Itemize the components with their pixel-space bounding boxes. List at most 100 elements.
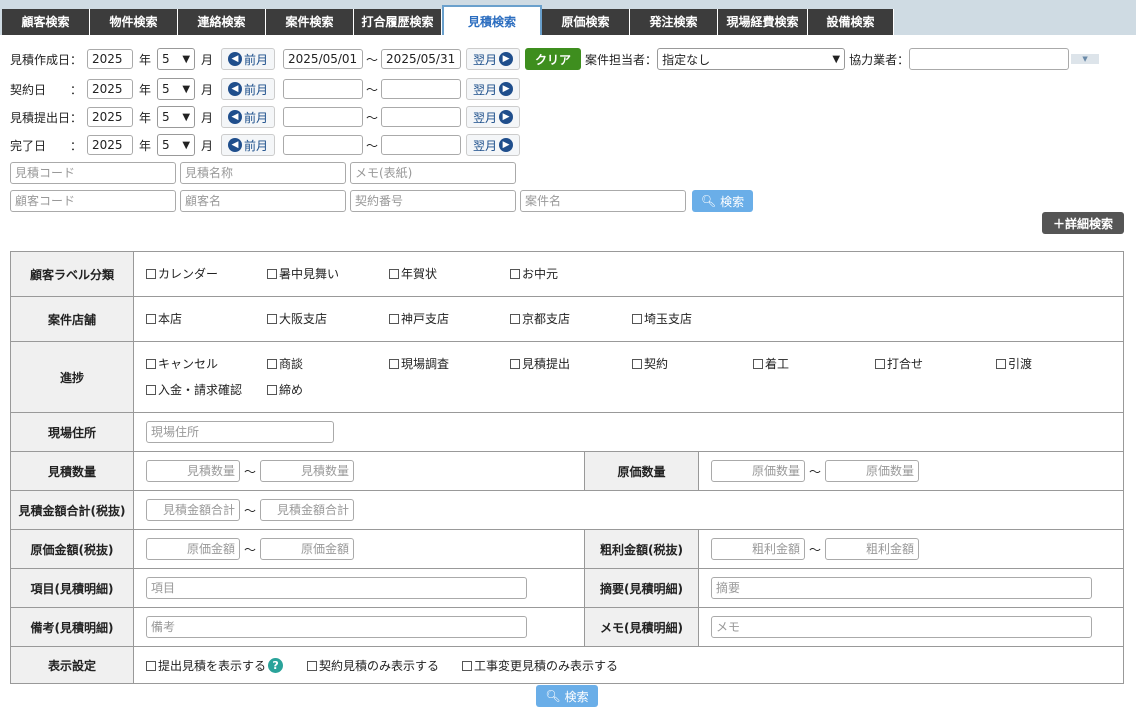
next-month-button[interactable]: 翌月 ▶ (466, 106, 521, 128)
checkbox-summer-greeting[interactable]: 暑中見舞い (267, 265, 339, 282)
row-head-progress: 進捗 (10, 341, 134, 413)
checkbox-label: 神戸支店 (401, 312, 450, 326)
project-name-input[interactable] (520, 190, 686, 212)
clear-button[interactable]: クリア (525, 48, 582, 70)
partner-input[interactable] (909, 48, 1070, 70)
tab-customer-search[interactable]: 顧客検索 (2, 9, 90, 35)
estimate-qty-min-input[interactable] (146, 460, 240, 482)
search-button-top[interactable]: 🔍︎ 検索 (692, 190, 753, 212)
date-to-input[interactable] (381, 107, 462, 127)
year-input[interactable] (87, 135, 133, 155)
estimate-total-min-input[interactable] (146, 499, 240, 521)
date-to-input[interactable] (381, 79, 462, 99)
cost-qty-max-input[interactable] (825, 460, 920, 482)
gross-amount-max-input[interactable] (825, 538, 920, 560)
checkbox-store-kyoto[interactable]: 京都支店 (510, 310, 570, 327)
memo-cover-input[interactable] (350, 162, 516, 184)
memo-input[interactable] (711, 616, 1092, 638)
year-input[interactable] (87, 107, 133, 127)
checkbox-box (146, 384, 156, 395)
summary-input[interactable] (711, 577, 1092, 599)
estimate-code-input[interactable] (10, 162, 176, 184)
row-head-store: 案件店舗 (10, 296, 134, 342)
checkbox-progress-site-survey[interactable]: 現場調査 (389, 355, 449, 372)
checkbox-store-osaka[interactable]: 大阪支店 (267, 310, 327, 327)
tab-estimate-search[interactable]: 見積検索 (442, 5, 542, 37)
checkbox-progress-negotiation[interactable]: 商談 (267, 355, 303, 372)
checkbox-store-saitama[interactable]: 埼玉支店 (632, 310, 692, 327)
checkbox-progress-estimate-submitted[interactable]: 見積提出 (510, 355, 570, 372)
cost-amount-min-input[interactable] (146, 538, 240, 560)
tab-project-search[interactable]: 案件検索 (266, 9, 354, 35)
customer-code-input[interactable] (10, 190, 176, 212)
next-month-button[interactable]: 翌月 ▶ (466, 48, 521, 70)
checkbox-show-submitted[interactable]: 提出見積を表示する? (146, 657, 284, 674)
checkbox-progress-handover[interactable]: 引渡 (996, 355, 1032, 372)
checkbox-label: 商談 (279, 357, 304, 371)
checkbox-box (389, 358, 399, 369)
prev-month-button[interactable]: ◀ 前月 (221, 78, 276, 100)
checkbox-progress-construction-start[interactable]: 着工 (753, 355, 789, 372)
estimate-total-max-input[interactable] (260, 499, 355, 521)
year-input[interactable] (87, 49, 133, 69)
next-month-button[interactable]: 翌月 ▶ (466, 78, 521, 100)
month-select[interactable]: 5 ▼ (157, 48, 196, 70)
chevron-left-icon: ◀ (228, 110, 243, 124)
cost-amount-max-input[interactable] (260, 538, 355, 560)
month-select[interactable]: 5 ▼ (157, 106, 196, 128)
checkbox-progress-closed[interactable]: 締め (267, 381, 303, 398)
tab-order-search[interactable]: 発注検索 (630, 9, 718, 35)
prev-month-button[interactable]: ◀ 前月 (221, 106, 276, 128)
estimate-qty-max-input[interactable] (260, 460, 355, 482)
tab-meeting-history-search[interactable]: 打合履歴検索 (354, 9, 442, 35)
checkbox-store-kobe[interactable]: 神戸支店 (389, 310, 449, 327)
checkbox-progress-cancel[interactable]: キャンセル (146, 355, 218, 372)
estimate-name-input[interactable] (180, 162, 346, 184)
checkbox-change-only[interactable]: 工事変更見積のみ表示する (462, 657, 618, 674)
month-select[interactable]: 5 ▼ (157, 134, 196, 156)
tab-contact-search[interactable]: 連絡検索 (178, 9, 266, 35)
checkbox-progress-contract[interactable]: 契約 (632, 355, 668, 372)
contract-number-input[interactable] (350, 190, 516, 212)
search-label: 検索 (720, 194, 745, 209)
checkbox-calendar[interactable]: カレンダー (146, 265, 218, 282)
checkbox-new-year-card[interactable]: 年賀状 (389, 265, 437, 282)
remarks-input[interactable] (146, 616, 527, 638)
item-cell (133, 568, 585, 608)
gross-amount-min-input[interactable] (711, 538, 805, 560)
date-from-input[interactable] (283, 49, 364, 69)
year-input[interactable] (87, 79, 133, 99)
month-select[interactable]: 5 ▼ (157, 78, 196, 100)
checkbox-contract-only[interactable]: 契約見積のみ表示する (307, 657, 439, 674)
site-address-input[interactable] (146, 421, 334, 443)
tab-cost-search[interactable]: 原価検索 (542, 9, 630, 35)
chevron-right-icon: ▶ (499, 138, 514, 152)
help-icon[interactable]: ? (268, 658, 284, 673)
tab-site-expense-search[interactable]: 現場経費検索 (718, 9, 808, 35)
checkbox-box (267, 268, 277, 279)
tab-equipment-search[interactable]: 設備検索 (808, 9, 894, 35)
customer-name-input[interactable] (180, 190, 346, 212)
partner-dropdown-toggle[interactable]: ▼ (1071, 54, 1100, 64)
next-label: 翌月 (473, 82, 498, 97)
date-to-input[interactable] (381, 49, 462, 69)
date-from-input[interactable] (283, 107, 364, 127)
search-button-bottom[interactable]: 🔍︎ 検索 (536, 685, 598, 707)
prev-month-button[interactable]: ◀ 前月 (221, 48, 276, 70)
next-month-button[interactable]: 翌月 ▶ (466, 134, 521, 156)
checkbox-progress-meeting[interactable]: 打合せ (875, 355, 923, 372)
checkbox-store-honten[interactable]: 本店 (146, 310, 182, 327)
item-input[interactable] (146, 577, 527, 599)
month-value: 5 (162, 110, 170, 124)
tab-property-search[interactable]: 物件検索 (90, 9, 178, 35)
checkbox-box (267, 358, 277, 369)
date-from-input[interactable] (283, 135, 364, 155)
checkbox-ochugen[interactable]: お中元 (510, 265, 558, 282)
date-to-input[interactable] (381, 135, 462, 155)
cost-qty-min-input[interactable] (711, 460, 805, 482)
staff-select[interactable]: 指定なし ▼ (657, 48, 846, 70)
date-from-input[interactable] (283, 79, 364, 99)
advanced-search-button[interactable]: ＋詳細検索 (1042, 212, 1124, 234)
prev-month-button[interactable]: ◀ 前月 (221, 134, 276, 156)
checkbox-progress-payment[interactable]: 入金・請求確認 (146, 381, 242, 398)
